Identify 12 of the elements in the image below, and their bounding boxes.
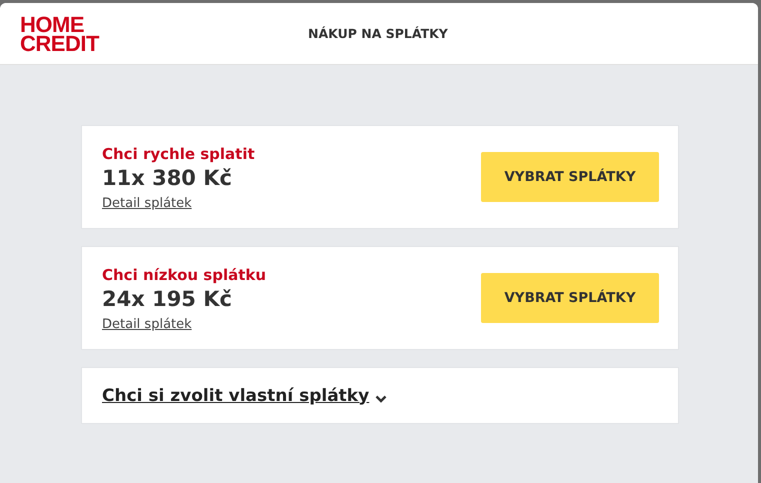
offer-heading: Chci nízkou splátku [102, 264, 266, 284]
detail-link[interactable]: Detail splátek [102, 196, 192, 210]
logo: HOME CREDIT [20, 14, 100, 52]
offer-amount: 11x 380 Kč [102, 164, 233, 192]
select-button[interactable]: VYBRAT SPLÁTKY [481, 273, 659, 323]
offer-heading: Chci rychle splatit [102, 144, 255, 164]
offer-amount: 24x 195 Kč [102, 286, 233, 312]
page-title: NÁKUP NA SPLÁTKY [308, 26, 448, 41]
chevron-down-icon[interactable] [375, 394, 388, 402]
custom-installments-link[interactable]: Chci si zvolit vlastní splátky [102, 386, 370, 406]
detail-link[interactable]: Detail splátek [102, 316, 192, 332]
select-button[interactable]: VYBRAT SPLÁTKY [481, 152, 659, 202]
